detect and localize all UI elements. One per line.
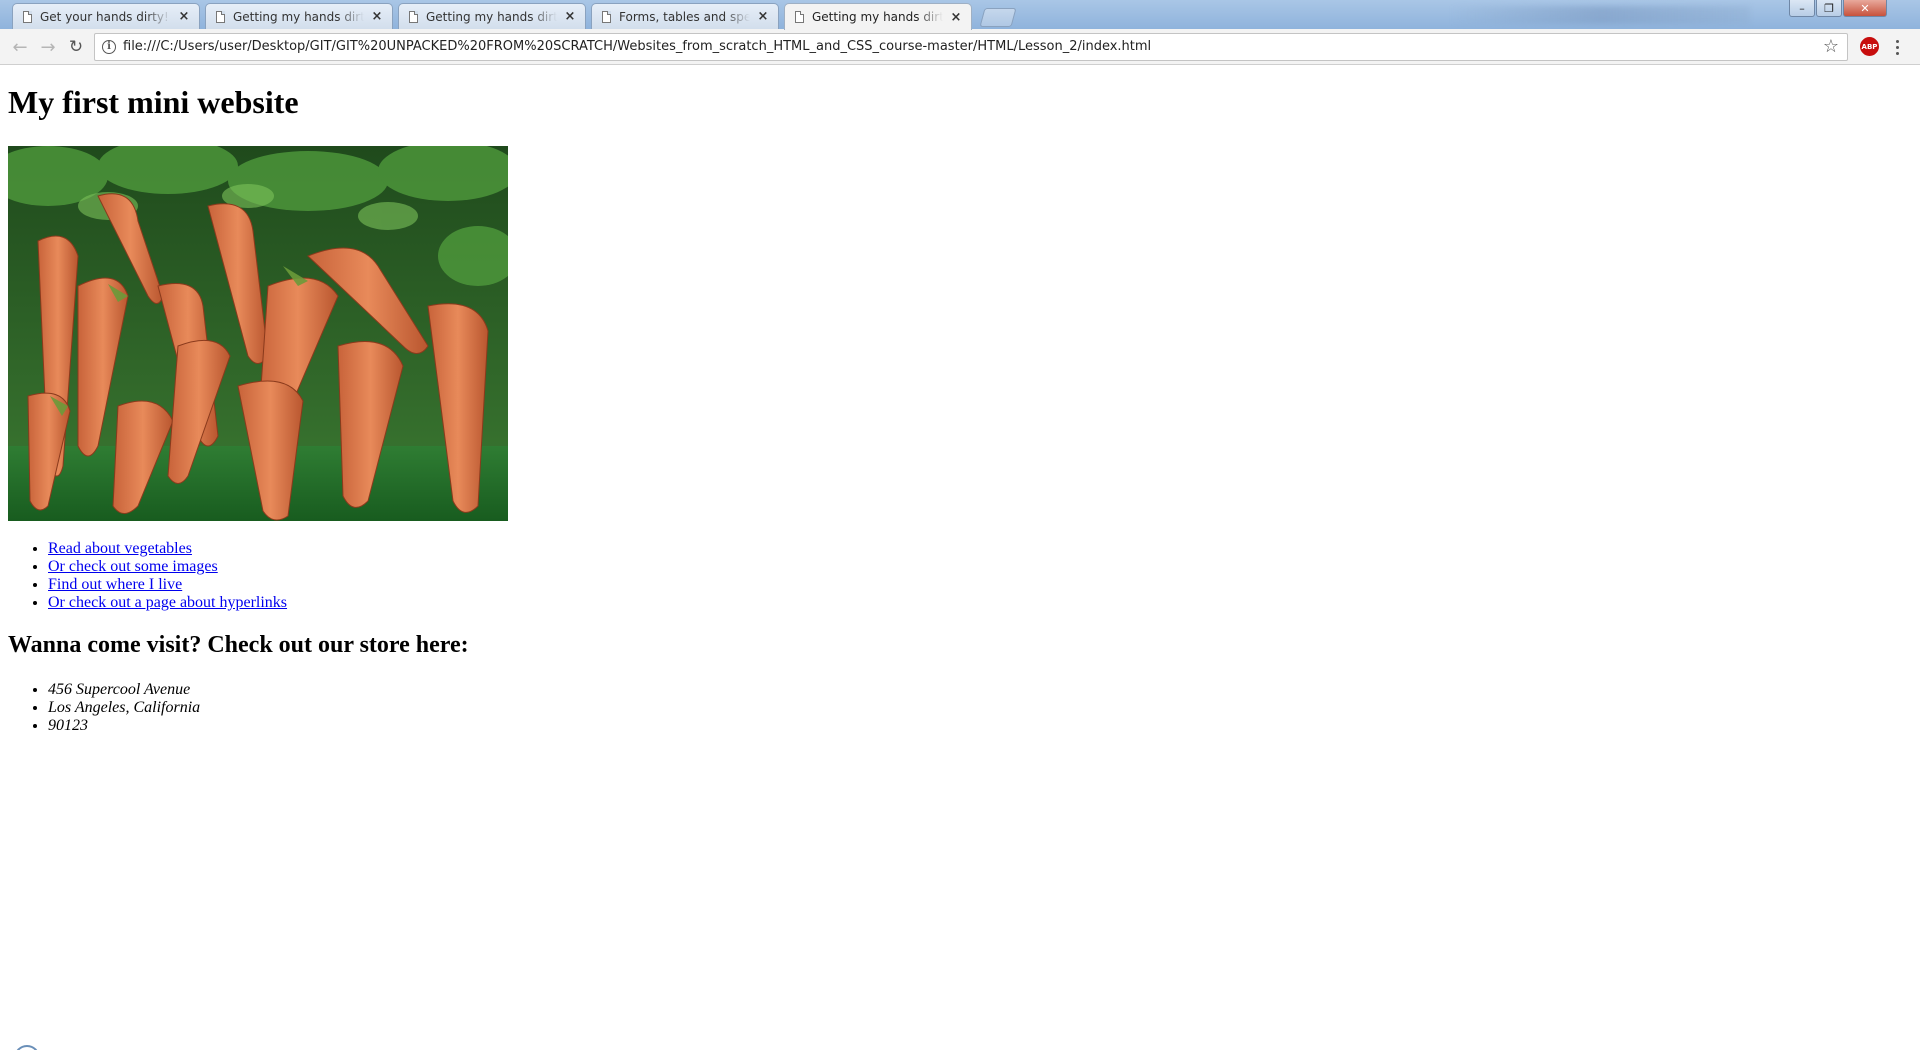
address-street: 456 Supercool Avenue	[48, 681, 200, 699]
page-content: My first mini website • Read about veget…	[0, 65, 1920, 1050]
tab-active[interactable]: Getting my hands dirty w ×	[784, 3, 972, 30]
new-tab-button[interactable]	[979, 8, 1017, 27]
tab-close-icon[interactable]: ×	[563, 9, 577, 24]
browser-toolbar: ← → ↻ i file:///C:/Users/user/Desktop/GI…	[0, 29, 1920, 65]
forward-button[interactable]: →	[36, 35, 60, 59]
link-where-i-live[interactable]: Find out where I live	[48, 576, 182, 593]
page-icon	[602, 10, 611, 23]
reload-button[interactable]: ↻	[64, 35, 88, 59]
page-icon	[409, 10, 418, 23]
star-icon[interactable]: ☆	[1823, 36, 1839, 57]
link-images[interactable]: Or check out some images	[48, 558, 218, 575]
info-icon[interactable]: i	[102, 40, 116, 54]
restore-icon: ❐	[1824, 1, 1834, 15]
arrow-right-icon: →	[40, 36, 56, 58]
tab-title: Getting my hands dirty!	[426, 9, 557, 24]
arrow-left-icon: ←	[12, 36, 28, 58]
tab-title: Getting my hands dirty w	[233, 9, 364, 24]
page-icon	[23, 10, 32, 23]
tab-title: Forms, tables and special	[619, 9, 750, 24]
address-list: 456 Supercool Avenue Los Angeles, Califo…	[8, 681, 200, 735]
tab[interactable]: Forms, tables and special ×	[591, 3, 779, 29]
nav-link-list: Read about vegetables Or check out some …	[8, 540, 287, 612]
back-button[interactable]: ←	[8, 35, 32, 59]
visit-heading: Wanna come visit? Check out our store he…	[8, 632, 469, 658]
minimize-button[interactable]: –	[1789, 0, 1815, 17]
page-title: My first mini website	[8, 84, 299, 120]
tab-close-icon[interactable]: ×	[949, 10, 963, 25]
address-city: Los Angeles, California	[48, 699, 200, 717]
adblock-icon[interactable]: ABP	[1860, 37, 1879, 56]
address-bar[interactable]: i file:///C:/Users/user/Desktop/GIT/GIT%…	[94, 33, 1848, 61]
tab-strip: Get your hands dirty! × Getting my hands…	[0, 0, 1920, 30]
reload-icon: ↻	[68, 37, 84, 57]
list-item: Or check out some images	[48, 558, 287, 576]
address-zip: 90123	[48, 717, 200, 735]
list-item: Read about vegetables	[48, 540, 287, 558]
tab-close-icon[interactable]: ×	[756, 9, 770, 24]
tab-close-icon[interactable]: ×	[177, 9, 191, 24]
close-window-button[interactable]: ✕	[1843, 0, 1887, 17]
tab[interactable]: Getting my hands dirty! ×	[398, 3, 586, 29]
page-icon	[216, 10, 225, 23]
close-icon: ✕	[1860, 1, 1870, 15]
url-text[interactable]: file:///C:/Users/user/Desktop/GIT/GIT%20…	[123, 39, 1151, 54]
list-item: Find out where I live	[48, 576, 287, 594]
list-item: Or check out a page about hyperlinks	[48, 594, 287, 612]
tab-close-icon[interactable]: ×	[370, 9, 384, 24]
link-hyperlinks[interactable]: Or check out a page about hyperlinks	[48, 594, 287, 611]
tab[interactable]: Getting my hands dirty w ×	[205, 3, 393, 29]
link-vegetables[interactable]: Read about vegetables	[48, 540, 192, 557]
tab-title: Get your hands dirty!	[40, 9, 169, 24]
page-icon	[795, 11, 804, 23]
carrots-image	[8, 146, 508, 521]
kebab-menu-icon[interactable]	[1890, 37, 1904, 57]
tab-title: Getting my hands dirty w	[812, 10, 943, 24]
restore-button[interactable]: ❐	[1816, 0, 1842, 17]
tab[interactable]: Get your hands dirty! ×	[12, 3, 200, 29]
blurred-region	[1450, 6, 1750, 24]
minimize-icon: –	[1799, 1, 1805, 15]
